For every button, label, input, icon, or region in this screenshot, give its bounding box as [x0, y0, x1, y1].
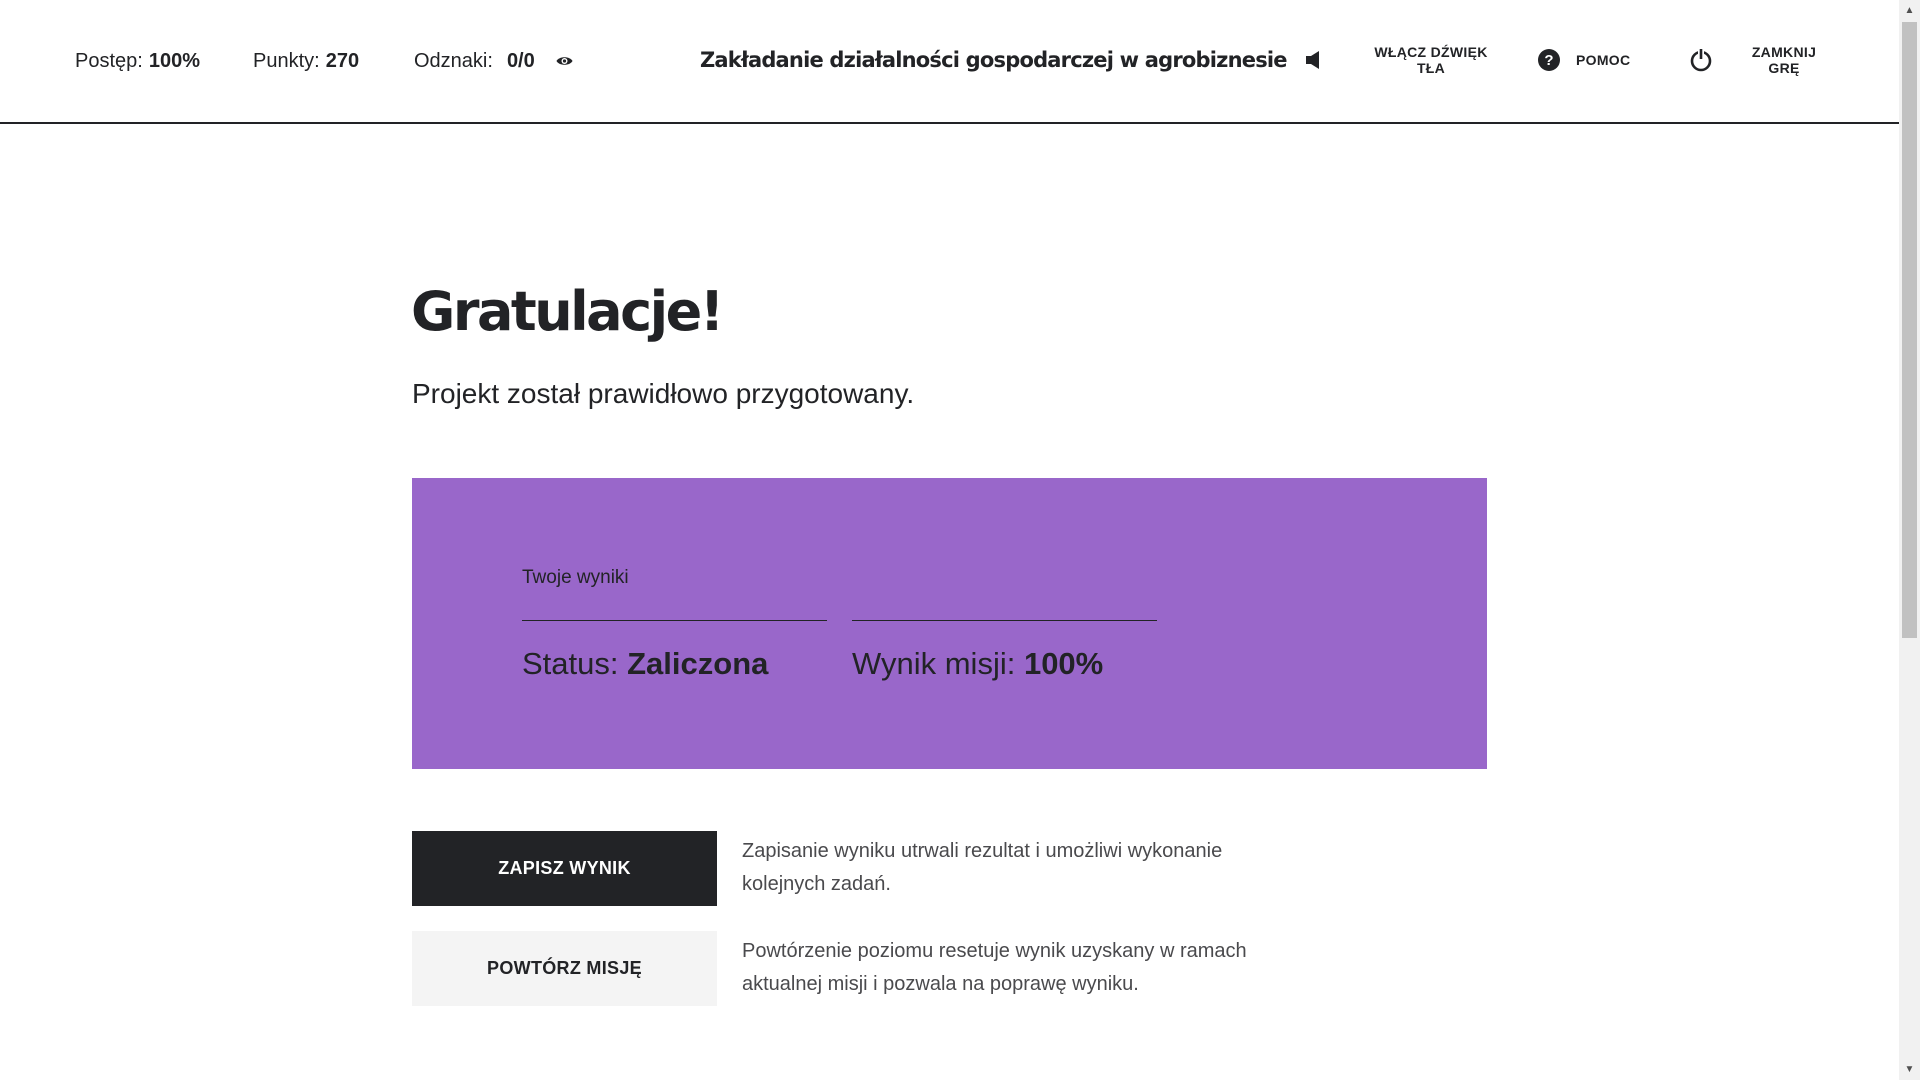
page-subtitle: Projekt został prawidłowo przygotowany. [412, 378, 915, 409]
close-game-label: ZAMKNIJ GRĘ [1751, 44, 1817, 76]
mission-score-result: Wynik misji: 100% [852, 620, 1157, 683]
status-value: Zaliczona [627, 646, 769, 681]
top-bar: Postęp: 100% Punkty: 270 Odznaki: 0/0 Zakła… [0, 0, 1899, 124]
help-icon: ? [1536, 47, 1562, 73]
speaker-icon [1300, 47, 1326, 73]
eye-icon[interactable] [554, 50, 574, 72]
progress-stat: Postęp: 100% [75, 49, 200, 73]
results-panel: Twoje wyniki Status: Zaliczona Wynik mis… [412, 478, 1487, 769]
scroll-down-arrow-icon[interactable]: ▼ [1899, 1061, 1920, 1078]
close-game-button[interactable]: ZAMKNIJ GRĘ [1688, 40, 1824, 80]
help-button[interactable]: ? POMOC [1536, 40, 1630, 80]
badges-value: 0/0 [506, 50, 535, 72]
results-heading: Twoje wyniki [522, 567, 629, 588]
badges-label: Odznaki: [414, 50, 493, 72]
status-result: Status: Zaliczona [522, 620, 827, 683]
mission-score-label: Wynik misji: [852, 646, 1016, 681]
retry-mission-description: Powtórzenie poziomu resetuje wynik uzysk… [742, 940, 1247, 995]
background-sound-label: WŁĄCZ DŹWIĘK TŁA [1374, 44, 1488, 76]
progress-label: Postęp: [75, 50, 143, 72]
retry-mission-button[interactable]: POWTÓRZ MISJĘ [412, 931, 717, 1006]
points-value: 270 [325, 50, 360, 72]
svg-text:?: ? [1544, 52, 1553, 69]
mission-score-value: 100% [1023, 646, 1104, 681]
background-sound-button[interactable]: WŁĄCZ DŹWIĘK TŁA [1300, 40, 1496, 80]
game-summary-page: Postęp: 100% Punkty: 270 Odznaki: 0/0 Zakła… [0, 0, 1920, 1080]
save-result-description: Zapisanie wyniku utrwali rezultat i umoż… [742, 840, 1223, 895]
power-icon [1688, 47, 1714, 73]
badges-stat: Odznaki: 0/0 [414, 49, 535, 73]
status-label: Status: [522, 646, 619, 681]
scrollbar-thumb[interactable] [1902, 22, 1917, 638]
save-result-button[interactable]: ZAPISZ WYNIK [412, 831, 717, 906]
scroll-up-arrow-icon[interactable]: ▲ [1899, 2, 1920, 19]
progress-value: 100% [148, 50, 200, 72]
page-title: Gratulacje! [411, 280, 724, 343]
vertical-scrollbar[interactable]: ▲ ▼ [1899, 0, 1920, 1080]
points-label: Punkty: [253, 50, 320, 72]
game-title: Zakładanie działalności gospodarczej w a… [700, 48, 1288, 72]
points-stat: Punkty: 270 [253, 49, 359, 73]
help-label: POMOC [1576, 52, 1631, 68]
